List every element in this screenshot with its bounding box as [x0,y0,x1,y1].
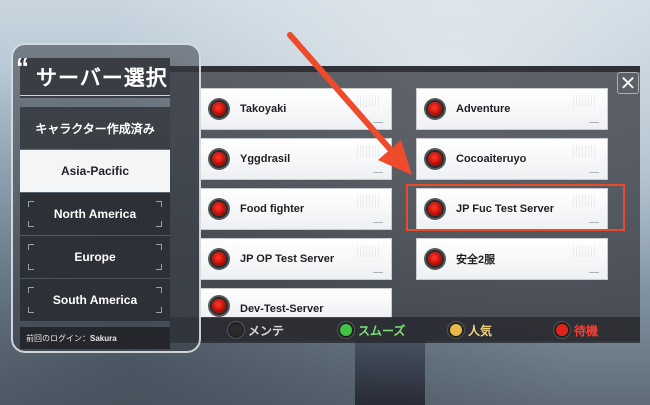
arrow-shaft [287,32,399,159]
annotation-arrow [287,32,412,175]
